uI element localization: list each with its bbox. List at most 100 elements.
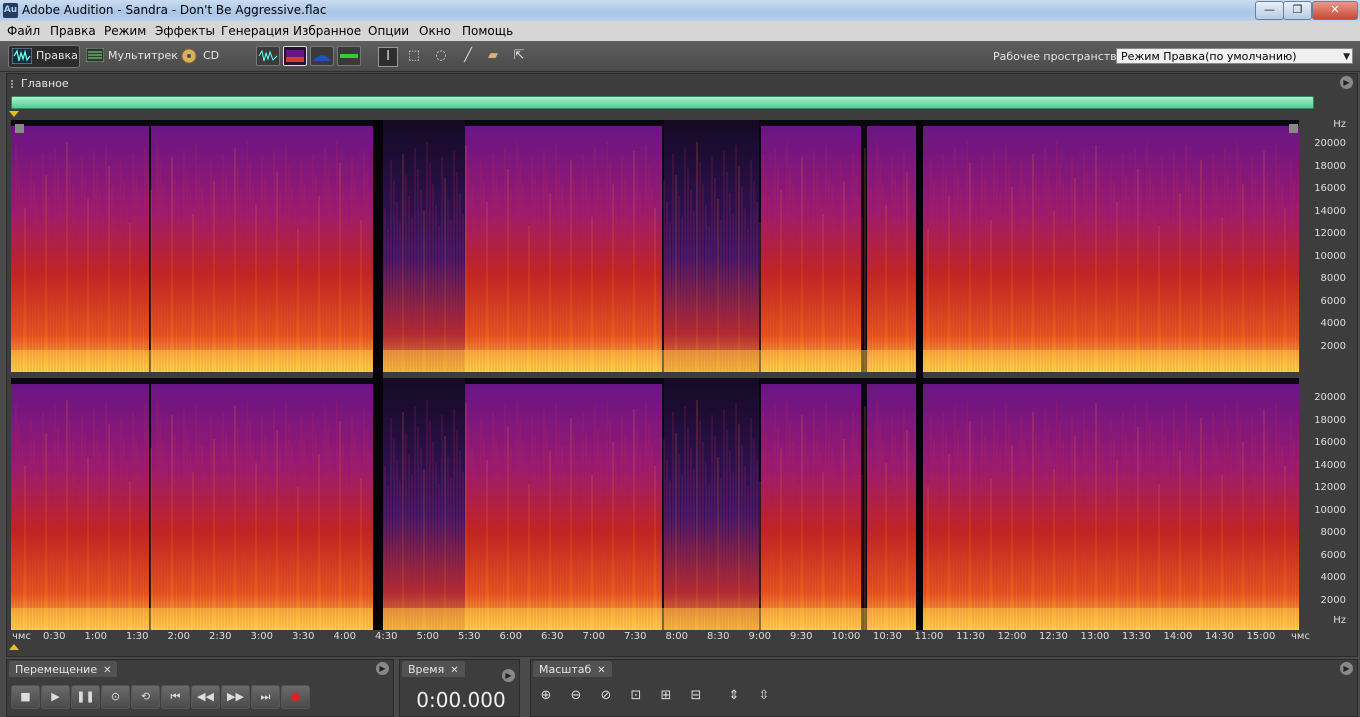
scrub-tool-icon[interactable]: ⇱ <box>510 47 528 65</box>
toolbar: Правка Мультитрек CD I ⬚ ◌ ╱ ▰ ⇱ Рабочее… <box>0 41 1360 72</box>
resize-handle-icon[interactable] <box>1289 124 1298 133</box>
zoom-in-amplitude-icon[interactable]: ⊕ <box>535 686 557 706</box>
tab-main[interactable]: Главное <box>11 75 79 91</box>
close-icon[interactable]: ✕ <box>597 665 605 676</box>
window-title: Adobe Audition - Sandra - Don't Be Aggre… <box>22 3 327 17</box>
time-tick-label: 15:00 <box>1246 631 1276 642</box>
spectral-view-icon <box>286 50 304 62</box>
title-bar: Au Adobe Audition - Sandra - Don't Be Ag… <box>0 0 1360 21</box>
spectrogram-segment <box>923 126 1301 372</box>
menu-edit[interactable]: Правка <box>50 24 96 38</box>
tab-zoom[interactable]: Масштаб ✕ <box>533 661 612 677</box>
time-tick-label: 5:30 <box>458 631 481 642</box>
menu-help[interactable]: Помощь <box>462 24 513 38</box>
spectrogram-segment <box>12 384 149 630</box>
waveform-edit-icon <box>12 48 32 64</box>
edit-mode-button[interactable]: Правка <box>8 45 80 68</box>
menu-mode[interactable]: Режим <box>104 24 146 38</box>
tab-time[interactable]: Время ✕ <box>402 661 465 677</box>
pause-button[interactable]: ❚❚ <box>71 685 100 709</box>
close-icon[interactable]: ✕ <box>103 665 111 676</box>
play-from-cursor-button[interactable]: ⊙ <box>101 685 130 709</box>
freq-label: 2000 <box>1320 340 1346 352</box>
spectral-display[interactable] <box>11 120 1311 630</box>
menu-options[interactable]: Опции <box>368 24 409 38</box>
time-tick-label: 10:30 <box>873 631 902 642</box>
zoom-panel: Масштаб ✕ ▶ ⊕ ⊖ ⊘ ⊡ ⊞ ⊟ ⇕ ⇳ <box>530 659 1358 717</box>
marquee-tool-icon[interactable]: ⬚ <box>405 47 423 65</box>
panel-menu-icon[interactable]: ▶ <box>1340 76 1353 89</box>
zoom-out-frequency-icon[interactable]: ⇳ <box>753 686 775 706</box>
playhead-marker-top[interactable] <box>9 111 19 117</box>
play-from-cursor-icon: ⊙ <box>110 690 121 703</box>
time-tick-label: 11:30 <box>956 631 985 642</box>
menu-favorites[interactable]: Избранное <box>293 24 361 38</box>
waveform-view-icon <box>258 49 278 62</box>
overview-bar[interactable] <box>11 96 1314 109</box>
spectrogram-segment <box>11 126 12 372</box>
time-tick-label: 6:30 <box>541 631 564 642</box>
menu-file[interactable]: Файл <box>7 24 40 38</box>
lasso-tool-icon[interactable]: ◌ <box>432 47 450 65</box>
time-readout: 0:00.000 <box>416 688 506 712</box>
menu-generate[interactable]: Генерация <box>221 24 289 38</box>
go-to-start-button[interactable]: ⏮ <box>161 685 190 709</box>
freq-label: 6000 <box>1320 295 1346 307</box>
rewind-button[interactable]: ◀◀ <box>191 685 220 709</box>
multitrack-mode-button[interactable]: Мультитрек <box>84 45 178 66</box>
maximize-button[interactable]: ❐ <box>1283 1 1312 20</box>
healing-tool-icon[interactable]: ▰ <box>484 47 502 65</box>
zoom-in-frequency-icon[interactable]: ⇕ <box>723 686 745 706</box>
resize-handle-icon[interactable] <box>15 124 24 133</box>
spectrogram-low-band <box>11 608 1299 630</box>
cd-mode-label: CD <box>203 49 220 62</box>
menu-effects[interactable]: Эффекты <box>155 24 215 38</box>
minimize-button[interactable]: — <box>1255 1 1284 20</box>
spectral-view-button[interactable] <box>283 46 307 66</box>
freq-label: 16000 <box>1314 437 1346 448</box>
transport-panel: Перемещение ✕ ▶ ■ ▶ ❚❚ ⊙ ⟲ ⏮ ◀◀ ▶▶ ⏭ ● <box>6 659 394 717</box>
go-to-end-button[interactable]: ⏭ <box>251 685 280 709</box>
time-tick-label: 9:30 <box>790 631 813 642</box>
menu-window[interactable]: Окно <box>419 24 451 38</box>
workspace-select[interactable]: Режим Правка(по умолчанию) ▼ <box>1116 48 1353 64</box>
zoom-out-full-icon[interactable]: ⊘ <box>595 686 617 706</box>
playhead-marker-bottom[interactable] <box>9 644 19 650</box>
freq-unit-label: Hz <box>1333 615 1346 626</box>
phase-view-button[interactable] <box>337 46 361 66</box>
pan-view-button[interactable] <box>310 46 334 66</box>
panel-menu-icon[interactable]: ▶ <box>376 662 389 675</box>
stop-icon: ■ <box>20 690 31 703</box>
freq-label: 18000 <box>1314 414 1346 426</box>
panel-menu-icon[interactable]: ▶ <box>1340 662 1353 675</box>
freq-label: 2000 <box>1320 594 1346 606</box>
channel-separator <box>11 372 1311 378</box>
zoom-out-time-icon[interactable]: ⊟ <box>685 686 707 706</box>
time-tick-label: 1:30 <box>126 631 149 642</box>
chevron-down-icon: ▼ <box>1343 52 1350 62</box>
zoom-to-selection-icon[interactable]: ⊡ <box>625 686 647 706</box>
pause-icon: ❚❚ <box>76 690 95 703</box>
close-button[interactable]: ✕ <box>1312 1 1358 20</box>
waveform-view-button[interactable] <box>256 46 280 66</box>
stop-button[interactable]: ■ <box>11 685 40 709</box>
freq-label: 14000 <box>1314 205 1346 217</box>
play-button[interactable]: ▶ <box>41 685 70 709</box>
time-tick-label: 6:00 <box>499 631 522 642</box>
freq-label: 4000 <box>1320 318 1346 329</box>
zoom-in-time-icon[interactable]: ⊞ <box>655 686 677 706</box>
cd-icon <box>181 48 197 64</box>
freq-unit-label: Hz <box>1333 119 1346 130</box>
loop-button[interactable]: ⟲ <box>131 685 160 709</box>
time-selection-tool-icon[interactable]: I <box>378 47 398 67</box>
close-icon[interactable]: ✕ <box>450 665 458 676</box>
fast-forward-button[interactable]: ▶▶ <box>221 685 250 709</box>
record-button[interactable]: ● <box>281 685 310 709</box>
freq-label: 18000 <box>1314 160 1346 172</box>
panel-menu-icon[interactable]: ▶ <box>502 669 515 682</box>
brush-tool-icon[interactable]: ╱ <box>459 47 477 65</box>
spectrogram-segment <box>567 384 662 630</box>
zoom-out-amplitude-icon[interactable]: ⊖ <box>565 686 587 706</box>
tab-transport[interactable]: Перемещение ✕ <box>9 661 118 677</box>
cd-mode-button[interactable]: CD <box>179 45 223 66</box>
